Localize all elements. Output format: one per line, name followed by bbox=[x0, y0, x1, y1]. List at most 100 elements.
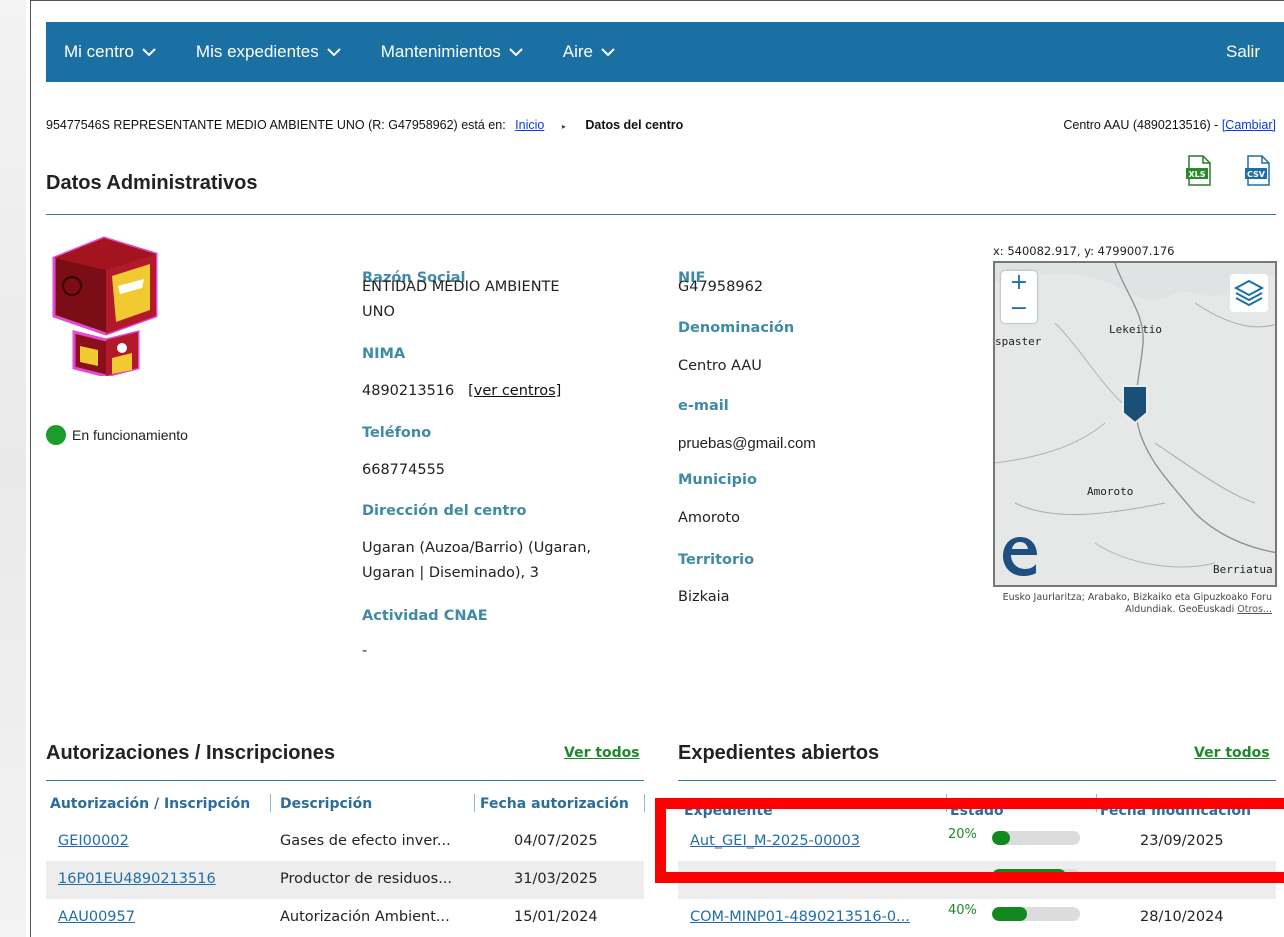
map-label-amoroto: Amoroto bbox=[1087, 485, 1134, 498]
layers-icon[interactable] bbox=[1229, 273, 1269, 313]
direccion-label: Dirección del centro bbox=[362, 503, 527, 519]
column-separator bbox=[270, 794, 271, 812]
current-centre-text: Centro AAU (4890213516) - bbox=[1063, 118, 1219, 132]
breadcrumb-home-link[interactable]: Inicio bbox=[515, 118, 544, 132]
map-attribution-text: Eusko Jaurlaritza; Arabako, Bizkaiko eta… bbox=[1002, 592, 1272, 615]
left-decorative-strip bbox=[0, 0, 26, 937]
map-coordinates: x: 540082.917, y: 4799007.176 bbox=[993, 244, 1175, 258]
status-label: En funcionamiento bbox=[72, 427, 188, 443]
auth-col-autorizacion[interactable]: Autorización / Inscripción bbox=[50, 796, 250, 812]
export-xls-label: XLS bbox=[1188, 170, 1205, 179]
export-csv-icon[interactable]: CSV bbox=[1245, 155, 1271, 187]
chevron-down-icon bbox=[601, 47, 615, 57]
location-map[interactable]: + − Lekeitio spaster Amoroto Berriatua bbox=[993, 261, 1277, 587]
nima-label: NIMA bbox=[362, 346, 406, 362]
expediente-date: 28/10/2024 bbox=[1140, 909, 1224, 925]
nif-value: G47958962 bbox=[678, 279, 764, 295]
denominacion-value: Centro AAU bbox=[678, 358, 762, 374]
municipio-value: Amoroto bbox=[678, 510, 740, 526]
avatar bbox=[46, 236, 162, 378]
direccion-line1: Ugaran (Auzoa/Barrio) (Ugaran, bbox=[362, 540, 592, 556]
nav-mantenimientos-label: Mantenimientos bbox=[380, 42, 501, 61]
auth-description: Gases de efecto inver... bbox=[280, 833, 451, 849]
direccion-line2: Ugaran | Diseminado), 3 bbox=[362, 565, 539, 581]
nav-aire[interactable]: Aire bbox=[563, 42, 615, 62]
export-csv-label: CSV bbox=[1247, 170, 1266, 179]
auth-date: 15/01/2024 bbox=[514, 909, 598, 925]
top-navigation-bar: Mi centro Mis expedientes Mantenimientos… bbox=[46, 22, 1284, 82]
auth-code-link[interactable]: GEI00002 bbox=[58, 833, 129, 849]
cnae-label: Actividad CNAE bbox=[362, 608, 488, 624]
zoom-in-button[interactable]: + bbox=[1001, 271, 1037, 297]
expediente-code-link[interactable]: COM-MINP01-4890213516-0... bbox=[690, 909, 910, 925]
chevron-down-icon bbox=[509, 47, 523, 57]
razon-social-line2: UNO bbox=[362, 304, 395, 320]
ver-centros-link[interactable]: [ver centros] bbox=[468, 383, 561, 399]
autorizaciones-title: Autorizaciones / Inscripciones bbox=[46, 742, 335, 764]
denominacion-label: Denominación bbox=[678, 320, 795, 336]
nav-mantenimientos[interactable]: Mantenimientos bbox=[381, 42, 523, 62]
table-row[interactable]: AAU00957 Autorización Ambient... 15/01/2… bbox=[46, 899, 644, 937]
highlight-annotation-box bbox=[655, 798, 1284, 883]
status-dot-icon bbox=[46, 425, 66, 445]
telefono-label: Teléfono bbox=[362, 425, 432, 441]
expediente-progress-label: 40% bbox=[948, 903, 977, 918]
centre-status: En funcionamiento bbox=[46, 425, 188, 445]
map-label-berriatua: Berriatua bbox=[1213, 563, 1273, 576]
territorio-label: Territorio bbox=[678, 552, 755, 568]
column-separator bbox=[474, 794, 475, 812]
column-separator bbox=[644, 794, 645, 812]
cnae-value: - bbox=[362, 643, 368, 659]
telefono-value: 668774555 bbox=[362, 462, 446, 478]
table-row[interactable]: GEI00002 Gases de efecto inver... 04/07/… bbox=[46, 823, 644, 861]
map-attribution-more-link[interactable]: Otros... bbox=[1237, 604, 1272, 615]
table-row[interactable]: COM-MINP01-4890213516-0... 40% 28/10/202… bbox=[678, 899, 1276, 937]
table-row[interactable]: 16P01EU4890213516 Productor de residuos.… bbox=[46, 861, 644, 899]
autorizaciones-ver-todos-link[interactable]: Ver todos bbox=[564, 745, 640, 761]
auth-code-link[interactable]: AAU00957 bbox=[58, 909, 135, 925]
zoom-out-button[interactable]: − bbox=[1001, 297, 1037, 323]
auth-date: 04/07/2025 bbox=[514, 833, 598, 849]
expedientes-title: Expedientes abiertos bbox=[678, 742, 880, 764]
chevron-down-icon bbox=[142, 47, 156, 57]
progress-fill bbox=[992, 907, 1028, 921]
auth-col-fecha[interactable]: Fecha autorización bbox=[480, 796, 629, 812]
breadcrumb-separator-icon: ▸ bbox=[561, 122, 566, 131]
breadcrumb-current: Datos del centro bbox=[585, 118, 684, 132]
nav-mis-expedientes[interactable]: Mis expedientes bbox=[196, 42, 341, 62]
chevron-down-icon bbox=[327, 47, 341, 57]
logout-link[interactable]: Salir bbox=[1226, 42, 1260, 62]
nav-mi-centro-label: Mi centro bbox=[64, 42, 134, 61]
euskadi-logo-icon bbox=[1001, 533, 1039, 577]
export-xls-icon[interactable]: XLS bbox=[1186, 155, 1212, 187]
nima-value-row: 4890213516 [ver centros] bbox=[362, 381, 561, 402]
auth-description: Autorización Ambient... bbox=[280, 909, 450, 925]
email-value: pruebas@gmail.com bbox=[678, 435, 816, 452]
map-label-ispaster: spaster bbox=[995, 335, 1042, 348]
breadcrumb: 95477546S REPRESENTANTE MEDIO AMBIENTE U… bbox=[46, 118, 1276, 132]
expedientes-ver-todos-link[interactable]: Ver todos bbox=[1194, 745, 1270, 761]
territorio-value: Bizkaia bbox=[678, 589, 730, 605]
expedientes-divider bbox=[678, 780, 1276, 781]
autorizaciones-divider bbox=[46, 780, 644, 781]
admin-section-title: Datos Administrativos bbox=[46, 172, 258, 194]
map-label-lekeitio: Lekeitio bbox=[1109, 323, 1162, 336]
auth-date: 31/03/2025 bbox=[514, 871, 598, 887]
nima-value: 4890213516 bbox=[362, 383, 455, 399]
change-centre-link[interactable]: [Cambiar] bbox=[1222, 118, 1276, 132]
nav-mis-expedientes-label: Mis expedientes bbox=[195, 42, 319, 61]
razon-social-line1: ENTIDAD MEDIO AMBIENTE bbox=[362, 279, 560, 295]
email-label: e-mail bbox=[678, 398, 729, 414]
auth-code-link[interactable]: 16P01EU4890213516 bbox=[58, 871, 216, 887]
admin-section-divider bbox=[46, 214, 1276, 215]
map-attribution: Eusko Jaurlaritza; Arabako, Bizkaiko eta… bbox=[990, 592, 1272, 616]
current-centre: Centro AAU (4890213516) - [Cambiar] bbox=[1063, 118, 1276, 132]
nav-aire-label: Aire bbox=[562, 42, 594, 61]
auth-description: Productor de residuos... bbox=[280, 871, 453, 887]
zoom-control: + − bbox=[1001, 271, 1037, 323]
municipio-label: Municipio bbox=[678, 472, 757, 488]
breadcrumb-user: 95477546S REPRESENTANTE MEDIO AMBIENTE U… bbox=[46, 118, 506, 132]
auth-col-descripcion[interactable]: Descripción bbox=[280, 796, 372, 812]
location-pin-icon[interactable] bbox=[1120, 383, 1150, 425]
nav-mi-centro[interactable]: Mi centro bbox=[64, 42, 156, 62]
